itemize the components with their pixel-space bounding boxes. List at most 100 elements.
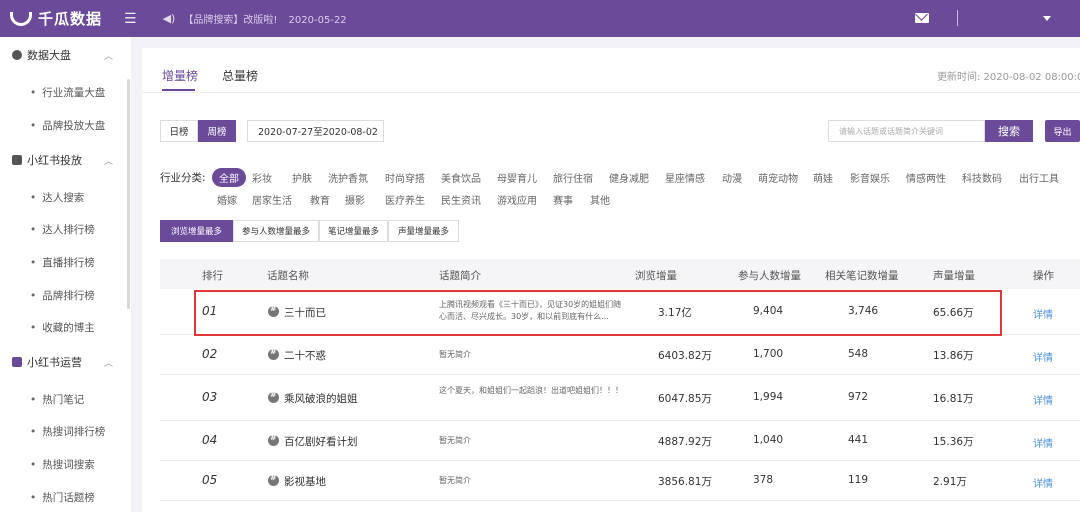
metric-tab-participants[interactable]: 参与人数增量最多 [233,220,319,242]
section-label: 数据大盘 [27,49,71,62]
industry-category[interactable]: 民生资讯 [441,192,481,207]
chevron-up-icon: ︿ [104,358,114,369]
sidebar-item-saved-bloggers[interactable]: 收藏的博主 [30,320,95,335]
sidebar-item-industry-traffic[interactable]: 行业流量大盘 [30,85,105,100]
sidebar-section-data-overview[interactable]: 数据大盘 ︿ [0,46,131,64]
sidebar-item-hot-search-rank[interactable]: 热搜词排行榜 [30,424,105,439]
detail-link[interactable]: 详情 [1033,435,1053,450]
sidebar-item-brand-placement[interactable]: 品牌投放大盘 [30,118,105,133]
chat-icon [12,357,22,367]
pie-chart-icon [12,50,22,60]
industry-category[interactable]: 动漫 [722,170,742,185]
industry-category[interactable]: 出行工具 [1019,170,1059,185]
table-header: 排行 话题名称 话题简介 浏览增量 参与人数增量 相关笔记数增量 声量增量 操作 [160,259,1080,289]
tab-total[interactable]: 总量榜 [222,67,258,84]
notes-increment: 548 [848,348,869,360]
industry-category[interactable]: 美食饮品 [441,170,481,185]
industry-category[interactable]: 影音娱乐 [850,170,890,185]
search-button[interactable]: 搜索 [985,120,1033,142]
participants-increment: 1,700 [753,348,784,360]
industry-category[interactable]: 健身减肥 [609,170,649,185]
daily-rank-button[interactable]: 日榜 [160,120,198,142]
topic-brief: 这个夏天，和姐姐们一起蹈浪！出道吧姐姐们！！！ [439,386,623,395]
logo[interactable]: 千瓜数据 [10,8,102,29]
sidebar-item-brand-rank[interactable]: 品牌排行榜 [30,288,95,303]
sidebar-scrollbar[interactable] [127,79,130,309]
volume-increment: 2.91万 [933,476,967,488]
industry-category[interactable]: 居家生活 [252,192,292,207]
topic-name[interactable]: 乘风破浪的姐姐 [284,391,358,406]
industry-category[interactable]: 赛事 [553,192,573,207]
detail-link[interactable]: 详情 [1033,392,1053,407]
th-volume: 声量增量 [933,270,975,282]
notes-increment: 972 [848,391,869,403]
sidebar-item-influencer-rank[interactable]: 达人排行榜 [30,222,95,237]
industry-category[interactable]: 星座情感 [665,170,705,185]
export-button[interactable]: 导出 [1045,120,1080,142]
sidebar-item-influencer-search[interactable]: 达人搜索 [30,190,84,205]
notice-banner[interactable]: 【品牌搜索】改版啦! 2020-05-22 [183,11,346,26]
industry-category[interactable]: 科技数码 [962,170,1002,185]
industry-category[interactable]: 旅行住宿 [553,170,593,185]
weekly-rank-button[interactable]: 周榜 [198,120,236,142]
metric-tab-notes[interactable]: 笔记增量最多 [319,220,388,242]
industry-category[interactable]: 时尚穿搭 [385,170,425,185]
detail-link[interactable]: 详情 [1033,349,1053,364]
industry-category[interactable]: 护肤 [292,170,312,185]
industry-category[interactable]: 情感两性 [906,170,946,185]
table-row: 05 影视基地 暂无简介 3856.81万 378 119 2.91万 详情 [160,461,1080,501]
chevron-up-icon: ︿ [104,156,114,167]
industry-category[interactable]: 母婴育儿 [497,170,537,185]
main-panel: 增量榜 总量榜 更新时间: 2020-08-02 08:00:00 日榜 周榜 … [142,48,1080,512]
industry-category[interactable]: 全部 [212,168,246,187]
topic-brief: 暂无简介 [439,436,471,445]
highlight-box [194,290,1002,336]
mail-icon[interactable] [915,13,929,23]
hashtag-icon [268,433,279,446]
rank-cell: 05 [202,473,218,487]
volume-increment: 13.86万 [933,350,974,362]
topic-name[interactable]: 二十不惑 [284,348,326,363]
notice-text: 【品牌搜索】改版啦! [183,15,278,26]
topic-name[interactable]: 影视基地 [284,474,326,489]
industry-category[interactable]: 婚嫁 [217,192,237,207]
chevron-down-icon: ﹀ [367,127,375,136]
table-row: 03 乘风破浪的姐姐 这个夏天，和姐姐们一起蹈浪！出道吧姐姐们！！！ 6047.85万… [160,375,1080,421]
menu-toggle-icon[interactable]: ☰ [124,11,137,27]
metric-tab-volume[interactable]: 声量增量最多 [388,220,459,242]
sidebar-section-xhs-operation[interactable]: 小红书运营 ︿ [0,353,131,371]
industry-category[interactable]: 洗护香氛 [328,170,368,185]
industry-category[interactable]: 医疗养生 [385,192,425,207]
metric-tab-views[interactable]: 浏览增量最多 [160,220,233,242]
industry-category[interactable]: 游戏应用 [497,192,537,207]
hashtag-icon [268,347,279,360]
ranking-tabs: 增量榜 总量榜 更新时间: 2020-08-02 08:00:00 [142,48,1080,93]
volume-increment: 15.36万 [933,436,974,448]
speaker-icon: ◀) [162,12,176,25]
sidebar-section-xhs-placement[interactable]: 小红书投放 ︿ [0,151,131,169]
tab-increment[interactable]: 增量榜 [162,67,198,84]
divider [957,10,958,26]
industry-category[interactable]: 其他 [590,192,610,207]
detail-link[interactable]: 详情 [1033,306,1053,321]
table-row: 04 百亿剧好看计划 暂无简介 4887.92万 1,040 441 15.36万 详情 [160,421,1080,461]
industry-category[interactable]: 彩妆 [252,170,272,185]
user-menu-caret-icon[interactable] [1043,16,1051,21]
sidebar-item-hot-search-query[interactable]: 热搜词搜索 [30,457,95,472]
industry-category[interactable]: 萌宠动物 [758,170,798,185]
topic-brief: 暂无简介 [439,476,471,485]
rank-cell: 03 [202,390,218,404]
industry-category[interactable]: 萌娃 [813,170,833,185]
industry-category[interactable]: 教育 [310,192,330,207]
book-icon [12,155,22,165]
topic-name[interactable]: 百亿剧好看计划 [284,434,358,449]
sidebar-item-hot-notes[interactable]: 热门笔记 [30,392,84,407]
detail-link[interactable]: 详情 [1033,475,1053,490]
th-topic-brief: 话题简介 [439,270,481,282]
topic-search-input[interactable]: 请输入话题或话题简介关键词 [828,120,985,142]
sidebar-item-hot-topics[interactable]: 热门话题榜 [30,490,95,505]
industry-category[interactable]: 摄影 [345,192,365,207]
section-label: 小红书运营 [27,356,82,369]
sidebar-item-live-rank[interactable]: 直播排行榜 [30,255,95,270]
date-range-select[interactable]: 2020-07-27至2020-08-02 ﹀ [247,120,384,142]
